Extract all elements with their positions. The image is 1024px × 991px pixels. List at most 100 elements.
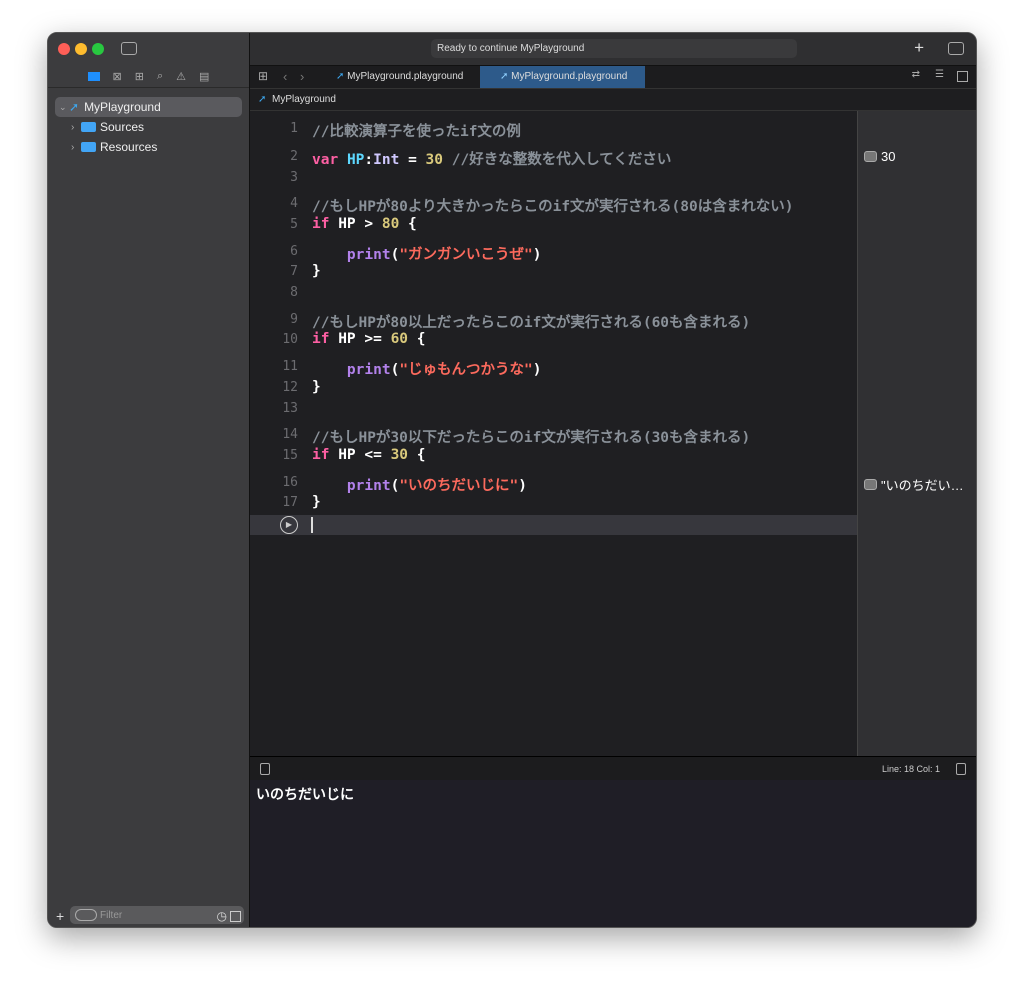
- search-icon[interactable]: ⌕: [157, 70, 163, 83]
- token-plain: (: [390, 478, 400, 494]
- code-line[interactable]: if HP > 80 {: [312, 216, 417, 232]
- token-kw: if: [312, 447, 330, 463]
- result-item[interactable]: "いのちだい…: [864, 475, 964, 494]
- token-fn: print: [346, 247, 391, 263]
- add-library-icon[interactable]: +: [914, 38, 924, 58]
- result-value: 30: [881, 149, 896, 164]
- tab-label: MyPlayground.playground: [347, 71, 464, 82]
- code-line[interactable]: if HP <= 30 {: [312, 447, 426, 463]
- tree-item-myplayground[interactable]: ⌄ ➚ MyPlayground: [55, 97, 242, 117]
- line-number: 13: [282, 401, 298, 416]
- tree-item-resources[interactable]: › Resources: [55, 137, 242, 157]
- swift-icon: ➚: [69, 100, 80, 114]
- warning-icon[interactable]: ⚠: [176, 70, 186, 83]
- clock-icon[interactable]: ◷: [217, 909, 227, 923]
- chevron-right-icon[interactable]: ›: [71, 122, 81, 133]
- source-control-icon[interactable]: ⊠: [113, 70, 122, 83]
- quick-look-icon[interactable]: [864, 151, 877, 162]
- code-line[interactable]: if HP >= 60 {: [312, 331, 426, 347]
- token-kw: if: [312, 331, 330, 347]
- token-plain: HP >=: [329, 331, 391, 347]
- line-number: 6: [290, 244, 298, 259]
- token-comment: //もしHPが80以上だったらこのif文が実行される(60も含まれる): [312, 315, 751, 331]
- token-plain: (: [390, 362, 400, 378]
- close-button[interactable]: [58, 43, 70, 55]
- swift-icon: ➚: [336, 71, 348, 82]
- debug-bar: Line: 18 Col: 1: [250, 756, 976, 780]
- tab-bar: ⊞ ‹ › ➚ MyPlayground.playground ➚ MyPlay…: [250, 65, 976, 88]
- token-plain: }: [312, 379, 321, 395]
- code-line[interactable]: print("いのちだいじに"): [312, 474, 527, 495]
- token-plain: HP >: [329, 216, 382, 232]
- forward-icon[interactable]: ›: [300, 69, 304, 84]
- tree-label: Sources: [100, 120, 145, 134]
- token-comment: //もしHPが30以下だったらこのif文が実行される(30も含まれる): [312, 430, 751, 446]
- add-icon[interactable]: +: [56, 908, 64, 924]
- filter-options-icon[interactable]: [75, 909, 97, 921]
- activity-status: Ready to continue MyPlayground: [431, 39, 797, 58]
- line-number: 9: [290, 312, 298, 327]
- editor-area: Ready to continue MyPlayground + ⊞ ‹ › ➚…: [250, 33, 976, 927]
- console-toggle-icon[interactable]: [956, 763, 966, 775]
- chevron-right-icon[interactable]: ›: [71, 142, 81, 153]
- navigator-tabs: ⊠ ⊞ ⌕ ⚠ ▤: [48, 65, 249, 88]
- line-number: 10: [282, 332, 298, 347]
- token-plain: {: [408, 331, 426, 347]
- code-line[interactable]: print("じゅもんつかうな"): [312, 358, 542, 379]
- token-num: 30: [390, 447, 409, 463]
- swap-icon[interactable]: ⇄: [912, 69, 920, 80]
- tab-myplayground-2[interactable]: ➚ MyPlayground.playground: [480, 66, 645, 88]
- scope-icon[interactable]: [230, 911, 241, 922]
- code-line[interactable]: //もしHPが80より大きかったらこのif文が実行される(80は含まれない): [312, 195, 793, 216]
- folder-icon: [81, 122, 96, 132]
- token-plain: {: [399, 216, 417, 232]
- token-str: "ガンガンいこうぜ": [399, 247, 533, 263]
- grid-icon[interactable]: ⊞: [258, 69, 268, 83]
- code-line[interactable]: }: [312, 379, 321, 395]
- folder-icon[interactable]: [87, 71, 100, 81]
- sidebar-toggle-icon[interactable]: [121, 42, 137, 55]
- current-line-highlight: [250, 515, 857, 535]
- run-button[interactable]: ▶: [280, 516, 298, 534]
- tree-item-sources[interactable]: › Sources: [55, 117, 242, 137]
- line-number: 12: [282, 380, 298, 395]
- breadcrumb-item[interactable]: MyPlayground: [272, 94, 336, 105]
- line-number: 8: [290, 285, 298, 300]
- line-number: 3: [290, 170, 298, 185]
- breadcrumb[interactable]: ➚ MyPlayground: [250, 88, 976, 111]
- code-line[interactable]: }: [312, 494, 321, 510]
- line-number: 4: [290, 196, 298, 211]
- token-type: Int: [373, 152, 400, 168]
- tab-myplayground-1[interactable]: ➚ MyPlayground.playground: [322, 66, 480, 88]
- chevron-down-icon[interactable]: ⌄: [59, 102, 69, 113]
- result-item[interactable]: 30: [864, 149, 895, 164]
- code-line[interactable]: print("ガンガンいこうぜ"): [312, 243, 542, 264]
- code-line[interactable]: //もしHPが30以下だったらこのif文が実行される(30も含まれる): [312, 426, 750, 447]
- add-editor-icon[interactable]: [957, 71, 968, 82]
- code-line[interactable]: }: [312, 263, 321, 279]
- console-output[interactable]: いのちだいじに: [250, 780, 976, 927]
- back-icon[interactable]: ‹: [283, 69, 287, 84]
- token-num: 30: [425, 152, 444, 168]
- tree-label: Resources: [100, 140, 158, 154]
- minimize-button[interactable]: [75, 43, 87, 55]
- token-num: 80: [381, 216, 400, 232]
- code-line[interactable]: var HP:Int = 30 //好きな整数を代入してください: [312, 148, 671, 169]
- hide-debug-icon[interactable]: [260, 763, 270, 775]
- hierarchy-icon[interactable]: ⊞: [135, 70, 144, 83]
- report-icon[interactable]: ▤: [199, 70, 209, 83]
- token-plain: ): [518, 478, 528, 494]
- token-str: "じゅもんつかうな": [399, 362, 533, 378]
- editor-options-icon[interactable]: ☰: [935, 69, 944, 80]
- inspector-toggle-icon[interactable]: [948, 42, 964, 55]
- quick-look-icon[interactable]: [864, 479, 877, 490]
- code-editor[interactable]: ▶ 1 //比較演算子を使ったif文の例 2 var HP:Int = 30 //好き…: [250, 111, 857, 756]
- code-line[interactable]: //もしHPが80以上だったらこのif文が実行される(60も含まれる): [312, 311, 750, 332]
- code-line[interactable]: //比較演算子を使ったif文の例: [312, 120, 521, 141]
- token-plain: }: [312, 263, 321, 279]
- swift-icon: ➚: [500, 71, 512, 82]
- zoom-button[interactable]: [92, 43, 104, 55]
- tab-label: MyPlayground.playground: [511, 71, 628, 82]
- line-number: 7: [290, 264, 298, 279]
- tree-label: MyPlayground: [84, 100, 161, 114]
